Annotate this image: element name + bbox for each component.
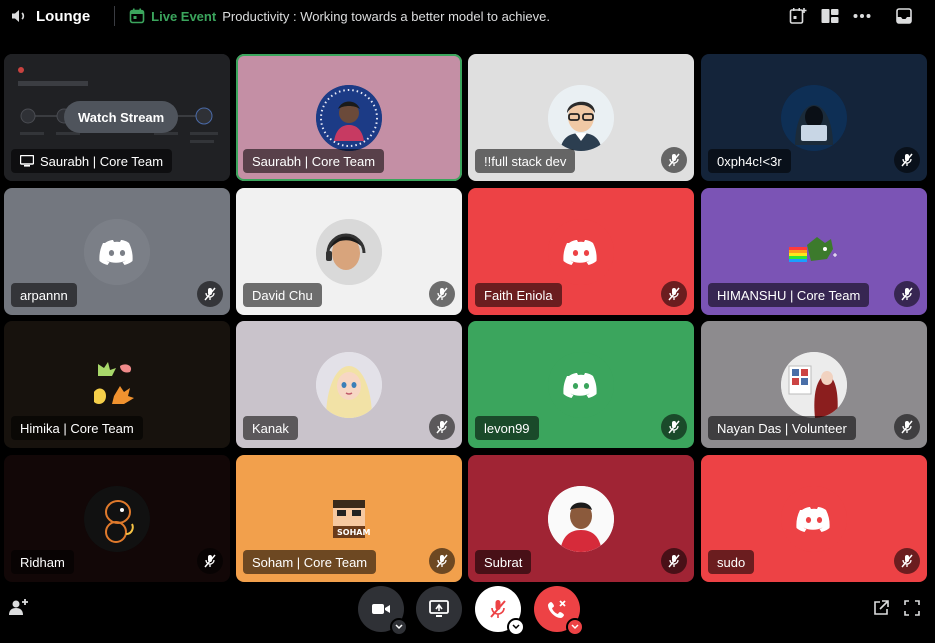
top-bar: Lounge Live Event Productivity : Working… [0,0,935,32]
participant-tile[interactable]: HIMANSHU | Core Team [701,188,927,315]
avatar [548,485,614,552]
mic-off-icon [894,147,920,173]
add-event-icon[interactable] [788,6,808,26]
participant-name: Kanak [243,416,298,440]
participant-name: sudo [708,550,755,574]
camera-options-caret[interactable] [390,618,408,636]
hangup-icon [548,600,566,618]
participant-tile[interactable]: Subrat [468,455,694,582]
avatar [548,218,614,285]
participant-name: arpannn [11,283,77,307]
avatar [84,351,150,418]
live-calendar-icon [129,8,145,24]
mic-off-icon [661,414,687,440]
mic-off-icon [894,414,920,440]
soham-avatar-badge: SOHAM [337,527,371,537]
mic-off-icon [894,281,920,307]
participant-tile[interactable]: !!full stack dev [468,54,694,181]
avatar [548,84,614,151]
invite-icon[interactable] [9,597,29,617]
participant-tile[interactable]: levon99 [468,321,694,448]
avatar [316,351,382,418]
avatar [781,351,847,418]
inbox-icon[interactable] [894,6,914,26]
header-divider [114,6,116,26]
participant-tile[interactable]: Faith Eniola [468,188,694,315]
avatar [781,84,847,151]
participant-tile[interactable]: Ridham [4,455,230,582]
participant-name: Himika | Core Team [11,416,143,440]
participant-name: David Chu [243,283,322,307]
participant-name: !!full stack dev [475,149,576,173]
participant-name: HIMANSHU | Core Team [708,283,870,307]
hangup-options-caret[interactable] [566,618,584,636]
more-icon[interactable] [852,6,872,26]
mute-button[interactable] [475,586,525,636]
mic-off-icon [661,281,687,307]
participant-name: Nayan Das | Volunteer [708,416,856,440]
participant-tile[interactable]: sudo [701,455,927,582]
discord-logo-icon [548,351,614,418]
participant-tile[interactable]: Nayan Das | Volunteer [701,321,927,448]
call-controls [0,586,935,643]
mic-off-icon [661,147,687,173]
watch-stream-button[interactable]: Watch Stream [64,101,179,133]
mic-off-icon [429,281,455,307]
mic-off-icon [429,548,455,574]
discord-logo-icon [781,485,847,552]
mic-off-icon [894,548,920,574]
stream-label: Saurabh | Core Team [11,149,173,173]
discord-logo-icon [548,218,614,285]
participant-name: Ridham [11,550,74,574]
participant-name: Subrat [475,550,532,574]
mic-options-caret[interactable] [507,618,525,636]
avatar [781,485,847,552]
live-event-label[interactable]: Live Event [151,9,216,24]
mic-off-icon [661,548,687,574]
speaker-icon [10,7,28,25]
participant-name: levon99 [475,416,539,440]
participant-tile[interactable]: David Chu [236,188,462,315]
mic-off-icon [197,548,223,574]
participant-name: 0xph4c!<3r [708,149,791,173]
camera-icon [372,604,390,614]
hangup-button[interactable] [534,586,584,636]
mic-off-icon [197,281,223,307]
avatar [548,351,614,418]
avatar: SOHAM [316,485,382,552]
popout-icon[interactable] [871,598,891,618]
participant-tile[interactable]: arpannn [4,188,230,315]
participant-tile[interactable]: 0xph4c!<3r [701,54,927,181]
event-description: Productivity : Working towards a better … [222,8,550,24]
participant-name: Faith Eniola [475,283,562,307]
participant-name: Soham | Core Team [243,550,377,574]
participant-name: Saurabh | Core Team [243,149,385,173]
camera-button[interactable] [358,586,408,636]
streamer-name: Saurabh | Core Team [40,153,164,169]
participant-tile[interactable]: Saurabh | Core Team [236,54,462,181]
channel-name: Lounge [36,7,91,25]
avatar [781,219,847,285]
screenshare-icon [429,600,449,617]
avatar [84,485,150,552]
avatar [316,84,382,151]
mic-off-icon [429,414,455,440]
avatar [316,218,382,285]
participant-tile[interactable]: SOHAM Soham | Core Team [236,455,462,582]
layout-grid-icon[interactable] [820,6,840,26]
mic-off-icon [490,600,506,618]
fullscreen-icon[interactable] [902,598,922,618]
participant-tile[interactable]: Kanak [236,321,462,448]
stream-tile[interactable]: Watch Stream Saurabh | Core Team [4,54,230,181]
avatar [84,218,150,285]
screenshare-button[interactable] [416,586,462,632]
participant-tile[interactable]: Himika | Core Team [4,321,230,448]
monitor-icon [20,155,34,167]
discord-logo-icon [84,218,150,285]
